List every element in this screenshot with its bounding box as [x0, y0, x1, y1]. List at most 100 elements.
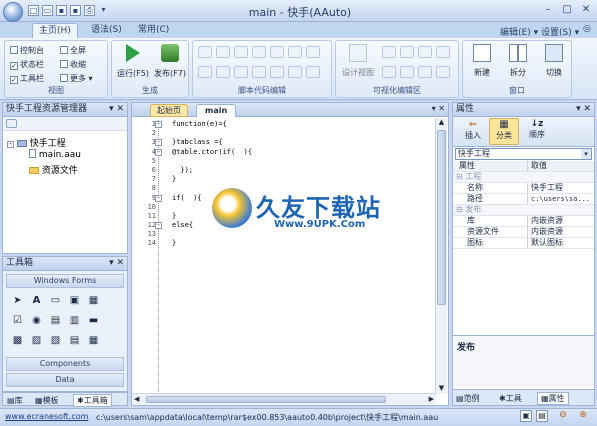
collapse-checkbox[interactable]: 收缩 — [60, 59, 86, 70]
code-line[interactable]: }tabclass ={ — [172, 138, 434, 147]
code-line[interactable]: function(e)={ — [172, 120, 434, 129]
windows-forms-section[interactable]: Windows Forms — [6, 274, 124, 288]
quick-access-dropdown-icon[interactable]: ▾ — [98, 5, 109, 16]
properties-pin-icon[interactable]: ▾ ✕ — [576, 103, 591, 116]
property-row[interactable]: 名称 快手工程 — [453, 183, 594, 194]
progress-tool-icon[interactable]: ▬ — [87, 314, 100, 327]
toolbox-pin-icon[interactable]: ▾ ✕ — [109, 257, 124, 270]
tab-properties[interactable]: ▦属性 — [537, 392, 569, 405]
property-row[interactable]: 资源文件 内嵌资源 — [453, 227, 594, 238]
edit-tool-icon[interactable]: ▭ — [49, 294, 62, 307]
pointer-tool-icon[interactable]: ➤ — [11, 294, 24, 307]
redo-icon[interactable] — [270, 66, 284, 78]
tree-item-project[interactable]: - 快手工程 — [7, 136, 66, 149]
scroll-left-icon[interactable]: ◀ — [134, 395, 139, 403]
indent-icon[interactable] — [252, 46, 266, 58]
outdent-icon[interactable] — [270, 46, 284, 58]
maximize-icon[interactable]: □ — [558, 3, 576, 17]
paste-icon[interactable] — [234, 46, 248, 58]
console-checkbox[interactable]: 控制台 — [10, 45, 44, 56]
publish-button[interactable]: 发布(F7) — [152, 44, 188, 79]
radio-tool-icon[interactable]: ◉ — [30, 314, 43, 327]
new-window-button[interactable]: 新建 — [465, 44, 499, 78]
open-folder-icon[interactable]: ▭ — [42, 5, 53, 16]
group-collapse-icon[interactable]: ⊟ — [456, 205, 463, 214]
fold-toggle-icon[interactable]: - — [155, 194, 162, 202]
tab-main[interactable]: main — [196, 104, 237, 117]
fold-toggle-icon[interactable]: - — [155, 139, 162, 147]
tab-syntax[interactable]: 语法(S) — [85, 23, 128, 38]
frame-icon[interactable] — [216, 66, 230, 78]
settings-menu[interactable]: 设置(S) ▾ — [541, 25, 579, 38]
align-top-icon[interactable] — [382, 66, 396, 78]
switch-button[interactable]: 切换 — [537, 44, 571, 78]
code-line[interactable]: }); — [172, 166, 434, 175]
editor-close-icon[interactable]: ▾ ✕ — [432, 104, 445, 113]
property-row[interactable]: 图标 默认图标 — [453, 238, 594, 249]
listbox-tool-icon[interactable]: ▥ — [68, 314, 81, 327]
align-right-icon[interactable] — [418, 46, 432, 58]
code-line[interactable]: } — [172, 239, 434, 248]
collapse-icon[interactable]: - — [7, 141, 14, 148]
tab-tool-icon[interactable]: ▧ — [49, 334, 62, 347]
tab-template[interactable]: ▦模板 — [35, 395, 59, 406]
tree-tool-icon[interactable]: ▤ — [68, 334, 81, 347]
more-button[interactable]: 更多 ▾ — [60, 73, 93, 84]
fullscreen-checkbox[interactable]: 全屏 — [60, 45, 86, 56]
tree-item-resources[interactable]: 资源文件 — [29, 163, 78, 176]
same-size-icon[interactable] — [436, 46, 450, 58]
scroll-thumb[interactable] — [437, 130, 446, 305]
new-file-icon[interactable]: □ — [28, 5, 39, 16]
object-select[interactable]: 快手工程 ▾ — [455, 148, 592, 160]
app-menu-button[interactable] — [3, 2, 23, 22]
split-button[interactable]: 拆分 — [501, 44, 535, 78]
minimize-icon[interactable]: – — [539, 3, 557, 17]
zoom-out-icon[interactable]: ⊖ — [556, 410, 570, 422]
undo-icon[interactable] — [252, 66, 266, 78]
fold-toggle-icon[interactable]: - — [155, 121, 162, 128]
run-button[interactable]: 运行(F5) — [115, 44, 151, 79]
edit-menu[interactable]: 编辑(E) ▾ — [500, 25, 538, 38]
insert-button[interactable]: ⇐ 插入 — [459, 119, 487, 141]
group-row-publish[interactable]: ⊟ 发布 — [453, 205, 594, 216]
align-center-icon[interactable] — [400, 46, 414, 58]
code-line[interactable]: @table.ctor(if( ){ — [172, 148, 434, 157]
design-view-button[interactable]: 设计视图 — [338, 44, 378, 78]
replace-icon[interactable] — [306, 66, 320, 78]
label-tool-icon[interactable]: A — [30, 294, 43, 307]
toolbar-checkbox[interactable]: ✓ 工具栏 — [10, 73, 44, 84]
refresh-icon[interactable] — [6, 119, 17, 128]
grid-tool-icon[interactable]: ▦ — [87, 334, 100, 347]
save-icon[interactable]: ▪ — [56, 5, 67, 16]
tab-examples[interactable]: ▤范例 — [456, 393, 480, 404]
hscroll-thumb[interactable] — [146, 396, 386, 403]
zoom-in-icon[interactable]: ⊕ — [576, 410, 590, 422]
website-link[interactable]: www.ecranesoft.com — [5, 412, 88, 421]
find-icon[interactable] — [234, 66, 248, 78]
tab-order-icon[interactable] — [436, 66, 450, 78]
property-row[interactable]: 库内嵌资源 — [453, 216, 594, 227]
save-all-icon[interactable]: ▪ — [70, 5, 81, 16]
picture-tool-icon[interactable]: ▩ — [11, 334, 24, 347]
code-line[interactable] — [172, 129, 434, 138]
image-tool-icon[interactable]: ▨ — [30, 334, 43, 347]
print-icon[interactable]: ⎙ — [84, 5, 95, 16]
code-line[interactable] — [172, 157, 434, 166]
tree-item-main-aau[interactable]: main.aau — [29, 149, 81, 160]
data-section[interactable]: Data — [6, 373, 124, 387]
components-section[interactable]: Components — [6, 357, 124, 371]
code-line[interactable]: } — [172, 175, 434, 184]
tab-home[interactable]: 主页(H) — [32, 23, 78, 38]
scroll-right-icon[interactable]: ▶ — [429, 395, 434, 403]
property-row[interactable]: 路径 c:\users\sa... — [453, 194, 594, 205]
tab-tools[interactable]: ✱工具 — [499, 393, 522, 404]
group-row-project[interactable]: ⊟ 工程 — [453, 172, 594, 183]
tab-common[interactable]: 常用(C) — [132, 23, 175, 38]
horizontal-scrollbar[interactable]: ◀ ▶ — [132, 393, 436, 405]
fold-toggle-icon[interactable]: - — [155, 222, 162, 230]
vertical-scrollbar[interactable]: ▲ ▼ — [435, 118, 447, 394]
chevron-down-icon[interactable]: ▾ — [581, 149, 591, 159]
statusbar-checkbox[interactable]: ✓ 状态栏 — [10, 59, 44, 70]
help-icon[interactable]: ◎ — [583, 24, 591, 34]
panel-pin-icon[interactable]: ▾ ✕ — [109, 103, 124, 116]
